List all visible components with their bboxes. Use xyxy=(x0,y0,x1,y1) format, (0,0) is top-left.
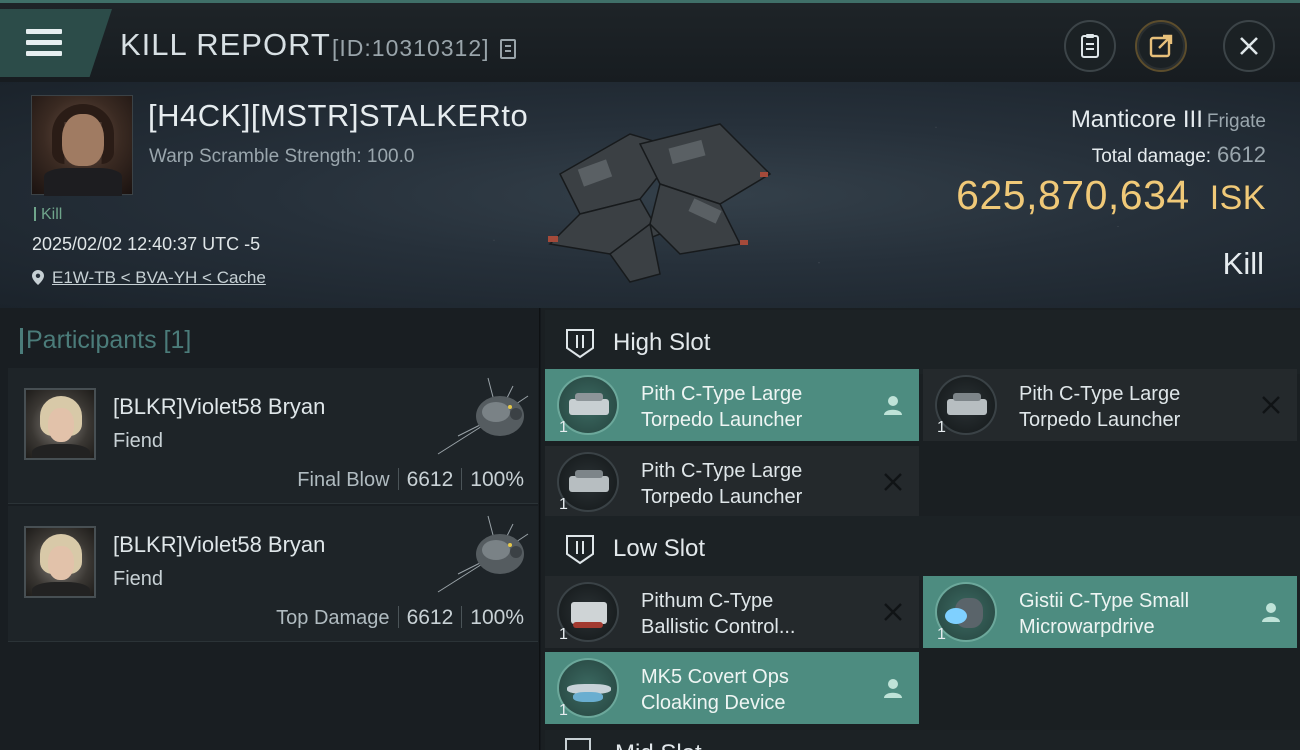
participant-name[interactable]: [BLKR]Violet58 Bryan xyxy=(113,532,325,558)
result-label: Kill xyxy=(1222,246,1264,281)
location-text[interactable]: E1W-TB < BVA-YH < Cache xyxy=(52,268,266,287)
high-slot-icon xyxy=(566,329,594,359)
mid-slot-icon xyxy=(565,738,591,750)
clipboard-icon xyxy=(1081,34,1099,58)
dropped-person-icon xyxy=(884,396,902,415)
module-name: Pith C-Type Large Torpedo Launcher xyxy=(641,383,803,431)
destroyed-x-icon xyxy=(1262,396,1280,414)
module-name: MK5 Covert Ops Cloaking Device xyxy=(641,666,789,714)
participant-percent: 100% xyxy=(470,468,524,491)
victim-subtitle: Warp Scramble Strength: 100.0 xyxy=(149,146,415,167)
module-quantity: 1 xyxy=(559,419,568,436)
participant-ship: Fiend xyxy=(113,430,164,452)
avatar[interactable] xyxy=(24,388,96,460)
low-slot-icon xyxy=(566,535,594,565)
module-tile[interactable]: 1 Pith C-Type Large Torpedo Launcher xyxy=(545,446,919,518)
participant-stats: Final Blow 6612 100% xyxy=(297,468,524,492)
victim-avatar[interactable] xyxy=(31,95,133,196)
fiend-ship-icon xyxy=(437,377,529,455)
victim-ship-name: Manticore III Frigate xyxy=(1071,106,1266,134)
participants-title: Participants [1] xyxy=(19,326,192,354)
module-name: Pith C-Type Large Torpedo Launcher xyxy=(1019,383,1181,431)
module-quantity: 1 xyxy=(937,419,946,436)
low-slot-header: Low Slot xyxy=(545,516,1300,580)
clipboard-button[interactable] xyxy=(1064,20,1116,72)
total-damage: Total damage: 6612 xyxy=(1092,142,1266,168)
victim-header: [H4CK][MSTR]STALKERto Warp Scramble Stre… xyxy=(0,82,1300,308)
isk-amount: 625,870,634 xyxy=(956,172,1190,218)
participant-ship: Fiend xyxy=(113,568,164,590)
module-name: Pith C-Type Large Torpedo Launcher xyxy=(641,460,803,508)
module-tile[interactable]: 1 Pith C-Type Large Torpedo Launcher xyxy=(545,369,919,441)
fitting-panel: High Slot 1 Pith C-Type Large Torpedo Lau… xyxy=(541,308,1300,750)
module-tile[interactable]: 1 Pithum C-Type Ballistic Control... xyxy=(545,576,919,648)
participants-panel: Participants [1] [BLKR]Violet58 Bryan Fi… xyxy=(0,308,540,750)
victim-ship-image xyxy=(548,123,772,283)
module-quantity: 1 xyxy=(937,626,946,643)
close-button[interactable] xyxy=(1223,20,1275,72)
participant-percent: 100% xyxy=(470,606,524,629)
kill-tag: Kill xyxy=(34,206,62,224)
report-id: [ID:10310312] xyxy=(332,35,490,61)
dropped-person-icon xyxy=(884,679,902,698)
dropped-person-icon xyxy=(1262,603,1280,622)
isk-unit: ISK xyxy=(1209,179,1266,217)
mid-slot-header: Mid Slot xyxy=(545,730,1300,750)
participant-damage: 6612 xyxy=(406,606,454,629)
module-quantity: 1 xyxy=(559,702,568,719)
module-tile[interactable]: 1 Pith C-Type Large Torpedo Launcher xyxy=(923,369,1297,441)
ship-name-text: Manticore III xyxy=(1070,106,1203,133)
participant-row[interactable]: [BLKR]Violet58 Bryan Fiend Final Blow 661… xyxy=(8,368,538,504)
participant-role: Final Blow xyxy=(297,469,390,491)
avatar[interactable] xyxy=(24,526,96,598)
destroyed-x-icon xyxy=(884,473,902,491)
copy-icon[interactable] xyxy=(500,39,516,59)
module-name: Gistii C-Type Small Microwarpdrive xyxy=(1019,590,1190,638)
share-icon xyxy=(1149,34,1173,58)
title-bar: KILL REPORT [ID:10310312] xyxy=(0,0,1300,82)
participant-name[interactable]: [BLKR]Violet58 Bryan xyxy=(113,394,325,420)
total-damage-label: Total damage: xyxy=(1091,146,1212,167)
module-tile[interactable]: 1 MK5 Covert Ops Cloaking Device xyxy=(545,652,919,724)
high-slot-header: High Slot xyxy=(545,310,1300,374)
participant-damage: 6612 xyxy=(406,468,454,491)
isk-value: 625,870,634 ISK xyxy=(956,172,1266,219)
close-icon xyxy=(1240,37,1258,55)
low-slot-title: Low Slot xyxy=(613,535,706,562)
fiend-ship-icon xyxy=(437,515,529,593)
participant-row[interactable]: [BLKR]Violet58 Bryan Fiend Top Damage 661… xyxy=(8,506,538,642)
total-damage-value: 6612 xyxy=(1217,142,1266,167)
participant-role: Top Damage xyxy=(276,607,390,629)
kill-datetime: 2025/02/02 12:40:37 UTC -5 xyxy=(32,234,261,254)
high-slot-title: High Slot xyxy=(613,329,711,356)
mid-slot-title: Mid Slot xyxy=(615,740,702,750)
hamburger-icon xyxy=(26,29,62,62)
victim-name[interactable]: [H4CK][MSTR]STALKERto xyxy=(148,98,528,134)
ship-class: Frigate xyxy=(1206,111,1266,132)
module-quantity: 1 xyxy=(559,626,568,643)
module-name: Pithum C-Type Ballistic Control... xyxy=(641,590,796,638)
module-tile[interactable]: 1 Gistii C-Type Small Microwarpdrive xyxy=(923,576,1297,648)
menu-button[interactable] xyxy=(0,9,112,77)
map-pin-icon xyxy=(32,270,44,285)
module-quantity: 1 xyxy=(559,496,568,513)
share-button[interactable] xyxy=(1135,20,1187,72)
location-link[interactable]: E1W-TB < BVA-YH < Cache xyxy=(32,268,266,288)
page-title: KILL REPORT xyxy=(120,27,331,62)
destroyed-x-icon xyxy=(884,603,902,621)
participant-stats: Top Damage 6612 100% xyxy=(276,606,524,630)
